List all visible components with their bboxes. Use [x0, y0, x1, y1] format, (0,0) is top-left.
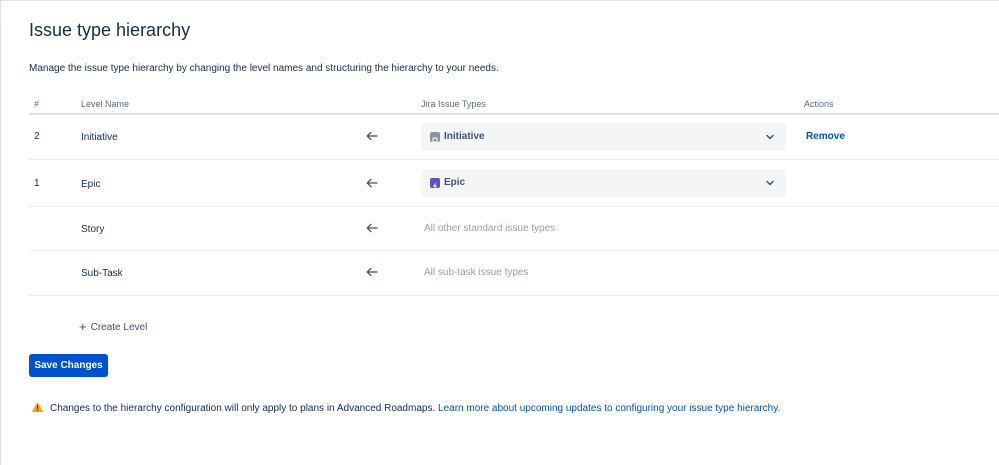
- header-issue-types: Jira Issue Types: [421, 99, 486, 109]
- notice-text: Changes to the hierarchy configuration w…: [50, 403, 436, 414]
- table-row: Sub-Task All sub-task issue types: [29, 251, 999, 296]
- create-level-label: Create Level: [90, 322, 148, 333]
- initiative-icon: [430, 132, 440, 143]
- issue-type-hint: All sub-task issue types: [424, 267, 529, 278]
- level-name: Epic: [81, 179, 101, 190]
- issue-type-value: Initiative: [444, 131, 485, 142]
- header-level-name: Level Name: [81, 99, 130, 109]
- save-changes-button[interactable]: Save Changes: [29, 354, 108, 377]
- issue-type-select[interactable]: Initiative: [421, 123, 786, 151]
- epic-icon: [430, 178, 440, 190]
- table-row: 2 Initiative Initiative Remove: [29, 115, 999, 160]
- plus-icon: +: [79, 319, 87, 334]
- chevron-down-icon: [766, 180, 774, 186]
- learn-more-link[interactable]: Learn more about upcoming updates to con…: [438, 403, 780, 414]
- warning-icon: [31, 401, 44, 413]
- header-num: #: [34, 99, 40, 109]
- level-name: Story: [81, 224, 105, 235]
- create-level-button[interactable]: + Create Level: [79, 319, 147, 334]
- level-name: Sub-Task: [81, 268, 123, 279]
- issue-type-select[interactable]: Epic: [421, 169, 786, 197]
- page-description: Manage the issue type hierarchy by chang…: [29, 63, 499, 74]
- arrow-left-icon: [366, 223, 378, 233]
- arrow-left-icon: [366, 267, 378, 277]
- remove-level-button[interactable]: Remove: [806, 131, 845, 142]
- arrow-left-icon: [366, 131, 378, 141]
- issue-type-hint: All other standard issue types: [424, 223, 556, 234]
- table-row: 1 Epic Epic: [29, 160, 999, 207]
- chevron-down-icon: [766, 134, 774, 140]
- table-row: Story All other standard issue types: [29, 207, 999, 251]
- arrow-left-icon: [366, 178, 378, 188]
- header-actions: Actions: [804, 99, 834, 109]
- hierarchy-notice: Changes to the hierarchy configuration w…: [31, 401, 780, 414]
- row-number: 1: [34, 178, 40, 189]
- issue-type-value: Epic: [444, 177, 466, 188]
- row-number: 2: [34, 131, 40, 142]
- level-name: Initiative: [81, 132, 118, 143]
- page-title: Issue type hierarchy: [29, 20, 191, 40]
